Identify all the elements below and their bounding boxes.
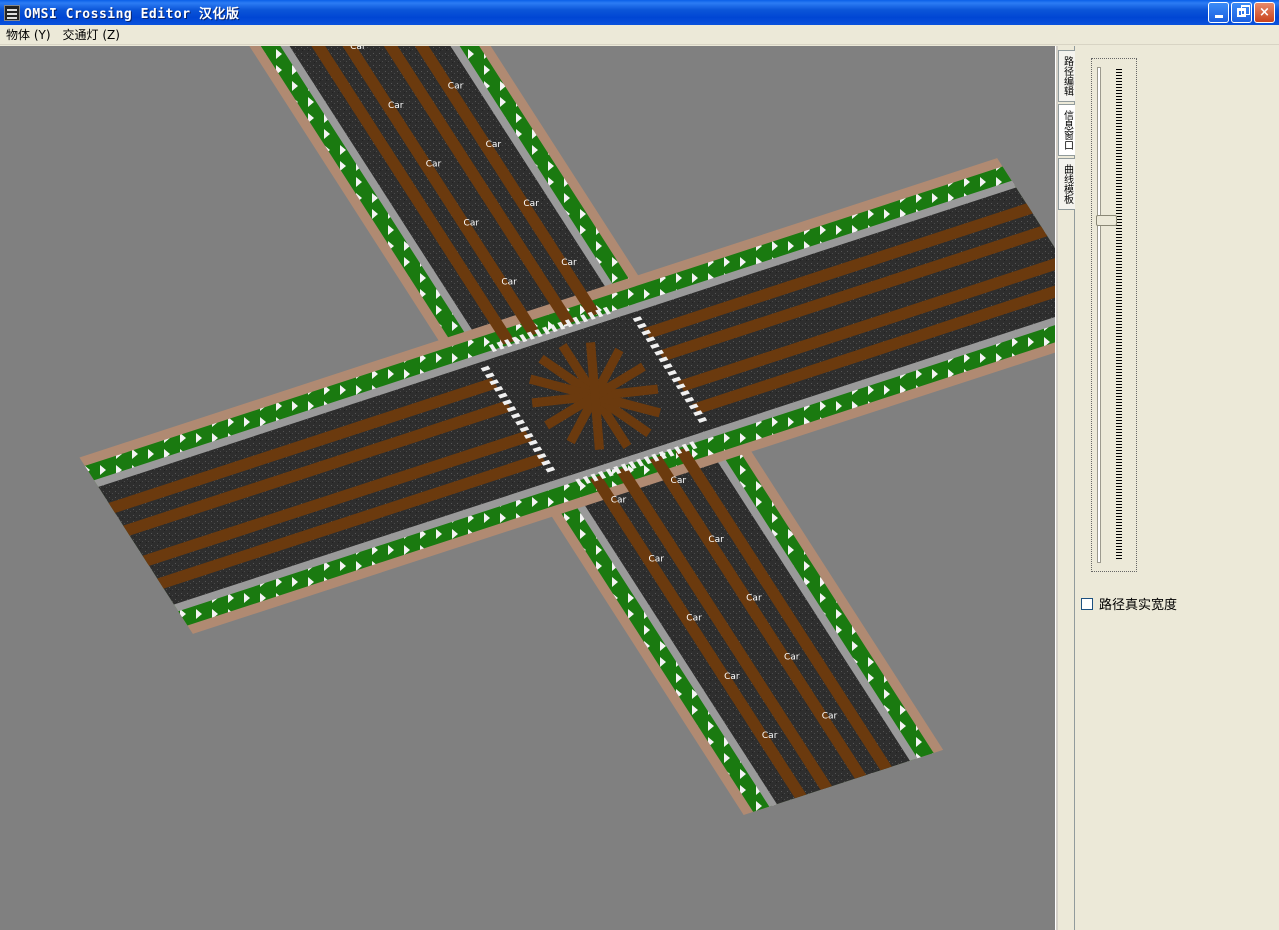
lane-label: Car bbox=[388, 101, 404, 111]
window-title: OMSI Crossing Editor 汉化版 bbox=[24, 7, 240, 22]
3d-viewport[interactable]: Car Car Car Car Car Car Car Car Car Car Car Car Car C… bbox=[0, 46, 1055, 930]
real-path-width-label: 路径真实宽度 bbox=[1099, 598, 1178, 613]
vertical-slider-thumb[interactable] bbox=[1096, 215, 1117, 226]
lane-label: Car bbox=[426, 160, 442, 170]
lane-label: Car bbox=[762, 731, 778, 741]
lane-label: Car bbox=[501, 277, 517, 287]
title-bar: OMSI Crossing Editor 汉化版 × bbox=[0, 0, 1279, 25]
lane-label: Car bbox=[464, 218, 480, 228]
lane-label: Car bbox=[561, 258, 577, 268]
lane-label: Car bbox=[708, 535, 724, 545]
vertical-slider-frame bbox=[1091, 58, 1137, 572]
lane-label: Car bbox=[350, 46, 366, 52]
road-layer: Car Car Car Car Car Car Car Car Car Car Car Car Car C… bbox=[79, 46, 1055, 815]
lane-label: Car bbox=[686, 613, 702, 623]
window-controls: × bbox=[1208, 2, 1275, 23]
lane-label: Car bbox=[746, 594, 762, 604]
lane-label: Car bbox=[822, 711, 838, 721]
lane-label: Car bbox=[649, 554, 665, 564]
minimize-icon bbox=[1214, 15, 1223, 18]
restore-button[interactable] bbox=[1231, 2, 1252, 23]
tab-curve-template[interactable]: 曲线模板 bbox=[1058, 158, 1075, 210]
close-button[interactable]: × bbox=[1254, 2, 1275, 23]
lane-label: Car bbox=[611, 496, 627, 506]
real-path-width-checkbox[interactable] bbox=[1081, 597, 1093, 610]
side-panel: 路径编辑 信息窗口 曲线模板 路径真实宽度 bbox=[1058, 46, 1279, 930]
lane-label: Car bbox=[448, 81, 464, 91]
menu-bar: 物体 (Y) 交通灯 (Z) bbox=[0, 25, 1279, 45]
lane-label: Car bbox=[523, 199, 539, 209]
lane-label: Car bbox=[486, 140, 502, 150]
lane-label: Car bbox=[671, 476, 687, 486]
menu-objects[interactable]: 物体 (Y) bbox=[0, 26, 57, 43]
menu-traffic-lights[interactable]: 交通灯 (Z) bbox=[57, 26, 126, 43]
tab-info-window[interactable]: 信息窗口 bbox=[1058, 104, 1075, 156]
lane-label: Car bbox=[784, 653, 800, 663]
vertical-slider-track[interactable] bbox=[1097, 67, 1101, 563]
slider-ticks bbox=[1116, 69, 1122, 561]
crossing-render[interactable]: Car Car Car Car Car Car Car Car Car Car Car Car Car C… bbox=[0, 46, 1055, 930]
close-icon: × bbox=[1259, 5, 1270, 20]
lane-label: Car bbox=[724, 672, 740, 682]
restore-icon bbox=[1237, 5, 1250, 17]
minimize-button[interactable] bbox=[1208, 2, 1229, 23]
real-path-width-option[interactable]: 路径真实宽度 bbox=[1081, 594, 1177, 613]
vertical-tabs: 路径编辑 信息窗口 曲线模板 bbox=[1058, 50, 1075, 212]
tab-path-edit[interactable]: 路径编辑 bbox=[1058, 50, 1075, 102]
app-icon[interactable] bbox=[4, 4, 20, 21]
